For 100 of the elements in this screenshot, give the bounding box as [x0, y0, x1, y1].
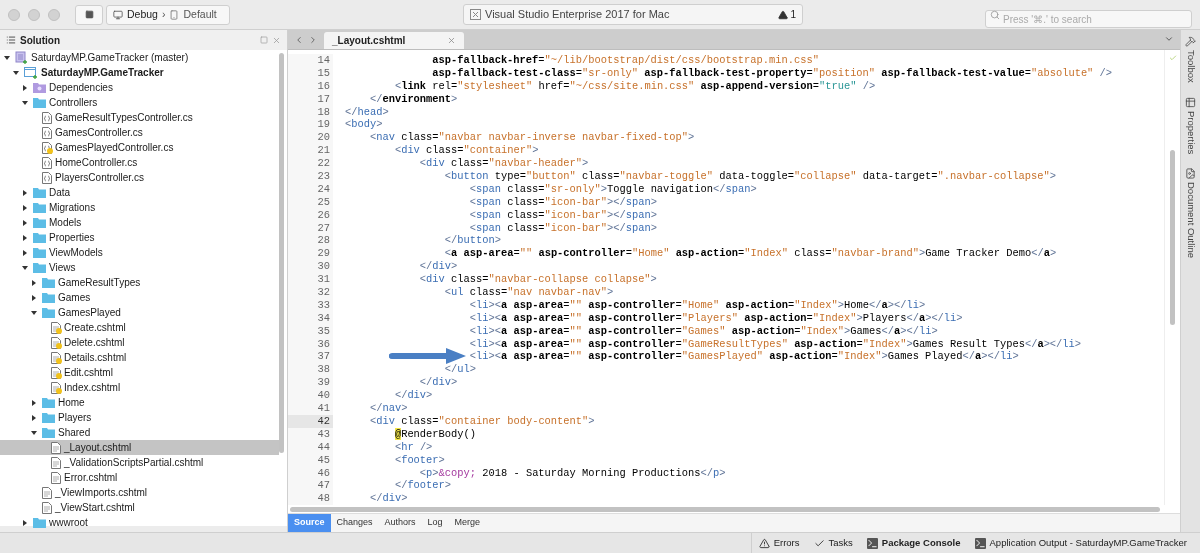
- tree-item-label: HomeController.cs: [55, 156, 138, 170]
- folder-icon: [42, 292, 55, 303]
- code-line: <ul class="nav navbar-nav">: [443, 286, 614, 299]
- code-file-icon: [42, 171, 52, 184]
- line-number: 32: [288, 286, 333, 299]
- line-number: 39: [288, 376, 333, 390]
- collapsed-triangle-icon[interactable]: [31, 294, 37, 301]
- line-number: 20: [288, 131, 333, 145]
- expanded-triangle-icon[interactable]: [31, 429, 37, 436]
- tree-item[interactable]: ViewModels: [0, 245, 279, 260]
- tree-item[interactable]: Views: [0, 260, 279, 275]
- tree-item[interactable]: wwwroot: [0, 515, 279, 530]
- collapsed-triangle-icon[interactable]: [22, 189, 28, 196]
- collapsed-triangle-icon[interactable]: [31, 279, 37, 286]
- side-pad-tab[interactable]: Properties: [1183, 96, 1198, 155]
- collapsed-triangle-icon[interactable]: [31, 414, 37, 421]
- view-tab[interactable]: Authors: [378, 514, 422, 532]
- collapsed-triangle-icon[interactable]: [22, 84, 28, 91]
- tree-item[interactable]: Details.cshtml: [0, 350, 279, 365]
- tree-item[interactable]: PlayersController.cs: [0, 170, 279, 185]
- tree-item-label: Index.cshtml: [64, 381, 121, 395]
- tree-item-label: wwwroot: [49, 516, 88, 530]
- code-line: <button type="button" class="navbar-toggle" data-toggle="collapse" data-target=".navbar-collapse">: [443, 170, 1057, 183]
- folder-icon: [33, 97, 46, 108]
- tree-item[interactable]: Controllers: [0, 95, 279, 110]
- collapsed-triangle-icon[interactable]: [22, 519, 28, 526]
- tree-item-label: GameResultTypesController.cs: [55, 111, 193, 125]
- tree-item[interactable]: Dependencies: [0, 80, 279, 95]
- tree-item[interactable]: _ViewImports.cshtml: [0, 485, 279, 500]
- tree-item[interactable]: Games: [0, 290, 279, 305]
- tree-item[interactable]: _ValidationScriptsPartial.cshtml: [0, 455, 279, 470]
- view-tab[interactable]: Log: [421, 514, 449, 532]
- editor-tab[interactable]: _Layout.cshtml: [324, 32, 464, 49]
- tree-item[interactable]: _ViewStart.cshtml: [0, 500, 279, 515]
- side-pad-tab[interactable]: Toolbox: [1183, 36, 1198, 83]
- folder-icon: [33, 217, 46, 228]
- status-bar-item[interactable]: Tasks: [806, 533, 860, 553]
- line-number: 28: [288, 234, 333, 248]
- tree-item-label: Delete.cshtml: [64, 336, 125, 350]
- tab-list-caret-icon[interactable]: [1164, 34, 1174, 44]
- tree-item[interactable]: Index.cshtml: [0, 380, 279, 395]
- status-bar-item[interactable]: Errors: [750, 533, 807, 553]
- folder-icon: [33, 202, 46, 213]
- tree-item[interactable]: Home: [0, 395, 279, 410]
- tree-item[interactable]: GamesPlayed: [0, 305, 279, 320]
- target-label: Default: [183, 6, 217, 22]
- code-line: </head>: [345, 105, 389, 119]
- tree-item[interactable]: GamesPlayedController.cs: [0, 140, 279, 155]
- expanded-triangle-icon[interactable]: [22, 99, 28, 106]
- collapsed-triangle-icon[interactable]: [31, 399, 37, 406]
- tree-item[interactable]: GamesController.cs: [0, 125, 279, 140]
- view-tab[interactable]: Changes: [330, 514, 379, 532]
- line-number: 22: [288, 157, 333, 170]
- collapsed-triangle-icon[interactable]: [22, 234, 28, 241]
- expanded-triangle-icon[interactable]: [4, 54, 10, 61]
- tree-item[interactable]: Models: [0, 215, 279, 230]
- tree-item[interactable]: Migrations: [0, 200, 279, 215]
- stop-button[interactable]: [75, 4, 103, 25]
- status-bar-item[interactable]: Application Output - SaturdayMP.GameTracker: [967, 533, 1194, 553]
- tree-item[interactable]: SaturdayMP.GameTracker (master): [0, 50, 279, 65]
- line-number: 31: [288, 273, 333, 287]
- tree-item[interactable]: Data: [0, 185, 279, 200]
- tree-item[interactable]: Delete.cshtml: [0, 335, 279, 350]
- code-line: <a asp-area="" asp-controller="Home" asp-action="Index" class="navbar-brand">Game Tracker Demo</a>: [443, 247, 1057, 261]
- configuration-selector[interactable]: Debug › Default: [106, 4, 230, 25]
- table-icon: [1185, 96, 1196, 108]
- tree-item-label: Models: [49, 216, 82, 230]
- collapsed-triangle-icon[interactable]: [22, 204, 28, 211]
- tree-item[interactable]: Error.cshtml: [0, 470, 279, 485]
- tree-item[interactable]: GameResultTypes: [0, 275, 279, 290]
- tree-item[interactable]: Edit.cshtml: [0, 365, 279, 380]
- collapsed-triangle-icon[interactable]: [22, 249, 28, 256]
- tree-item-label: GamesPlayed: [58, 306, 121, 320]
- folder-icon: [42, 427, 55, 438]
- expanded-triangle-icon[interactable]: [13, 69, 19, 76]
- code-file-icon: [42, 126, 52, 139]
- tree-item[interactable]: _Layout.cshtml: [0, 440, 279, 455]
- tree-item[interactable]: Create.cshtml: [0, 320, 279, 335]
- code-line: <link rel="stylesheet" href="~/css/site.min.css" asp-append-version="true" />: [393, 79, 876, 93]
- configuration-label: Debug: [127, 6, 158, 22]
- scrollbar-thumb[interactable]: [290, 506, 1160, 512]
- collapsed-triangle-icon[interactable]: [22, 219, 28, 226]
- status-bar-item[interactable]: Package Console: [859, 533, 968, 553]
- tree-item[interactable]: Shared: [0, 425, 279, 440]
- tree-item[interactable]: Properties: [0, 230, 279, 245]
- scrollbar-thumb[interactable]: [279, 53, 284, 453]
- tree-item[interactable]: Players: [0, 410, 279, 425]
- code-file-icon: [42, 111, 52, 124]
- tree-item[interactable]: SaturdayMP.GameTracker: [0, 65, 279, 80]
- search-field[interactable]: Press '⌘.' to search: [985, 10, 1192, 28]
- expanded-triangle-icon[interactable]: [22, 264, 28, 271]
- expanded-triangle-icon[interactable]: [31, 309, 37, 316]
- tree-item[interactable]: HomeController.cs: [0, 155, 279, 170]
- scrollbar-thumb[interactable]: [1170, 150, 1175, 325]
- side-pad-tab[interactable]: Document Outline: [1183, 168, 1198, 259]
- tree-item[interactable]: GameResultTypesController.cs: [0, 110, 279, 125]
- folder-icon: [42, 277, 55, 288]
- code-editor[interactable]: [288, 50, 1180, 513]
- page-file-icon: [42, 501, 52, 514]
- view-tab[interactable]: Merge: [448, 514, 487, 532]
